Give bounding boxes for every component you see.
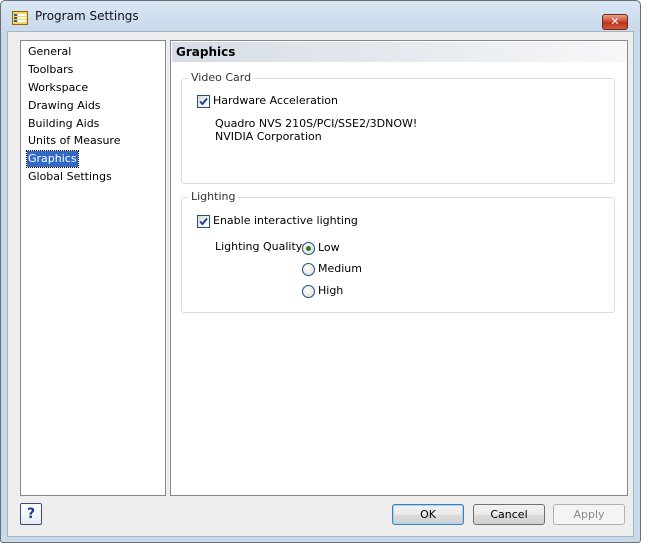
help-button[interactable]: ? [20, 503, 42, 525]
settings-app-icon [12, 10, 28, 26]
help-icon: ? [26, 506, 36, 522]
quality-low-label: Low [318, 241, 340, 254]
nav-item-graphics[interactable]: Graphics [26, 150, 79, 168]
nav-item-general[interactable]: General [27, 44, 72, 60]
quality-high-label: High [318, 284, 344, 297]
graphics-settings-panel: Graphics Video Card Hardware Acceleratio… [170, 40, 628, 496]
lighting-group: Lighting Enable interactive lighting Lig… [181, 190, 615, 313]
nav-item-global-settings[interactable]: Global Settings [27, 169, 113, 185]
checkmark-icon [199, 97, 208, 106]
window-title: Program Settings [35, 9, 139, 23]
quality-low-radio[interactable] [302, 242, 315, 255]
close-icon: ✕ [610, 15, 620, 28]
checkmark-icon [199, 217, 208, 226]
lighting-group-label: Lighting [188, 190, 239, 204]
nav-item-building-aids[interactable]: Building Aids [27, 116, 100, 132]
video-card-group: Video Card Hardware Acceleration Quadro … [181, 71, 615, 184]
nav-item-toolbars[interactable]: Toolbars [27, 62, 74, 78]
nav-item-workspace[interactable]: Workspace [27, 80, 89, 96]
video-card-vendor: NVIDIA Corporation [215, 130, 322, 143]
hardware-acceleration-label: Hardware Acceleration [213, 94, 338, 107]
title-bar[interactable]: Program Settings ✕ [1, 1, 640, 31]
video-card-group-label: Video Card [188, 71, 255, 85]
nav-item-units-of-measure[interactable]: Units of Measure [27, 133, 121, 149]
close-button[interactable]: ✕ [602, 14, 628, 30]
cancel-button[interactable]: Cancel [473, 504, 545, 525]
interactive-lighting-label: Enable interactive lighting [213, 214, 358, 227]
quality-high-radio[interactable] [302, 285, 315, 298]
settings-category-list: General Toolbars Workspace Drawing Aids … [20, 40, 166, 496]
lighting-quality-label: Lighting Quality: [215, 240, 306, 253]
quality-medium-label: Medium [318, 262, 362, 275]
hardware-acceleration-checkbox[interactable] [197, 95, 210, 108]
quality-medium-radio[interactable] [302, 263, 315, 276]
video-card-renderer: Quadro NVS 210S/PCI/SSE2/3DNOW! [215, 117, 418, 130]
dialog-client-area: General Toolbars Workspace Drawing Aids … [7, 31, 634, 537]
program-settings-window: Program Settings ✕ General Toolbars Work… [0, 0, 641, 543]
nav-item-drawing-aids[interactable]: Drawing Aids [27, 98, 102, 114]
interactive-lighting-checkbox[interactable] [197, 215, 210, 228]
apply-button[interactable]: Apply [553, 504, 625, 525]
ok-button[interactable]: OK [392, 504, 464, 525]
panel-title: Graphics [172, 42, 626, 62]
